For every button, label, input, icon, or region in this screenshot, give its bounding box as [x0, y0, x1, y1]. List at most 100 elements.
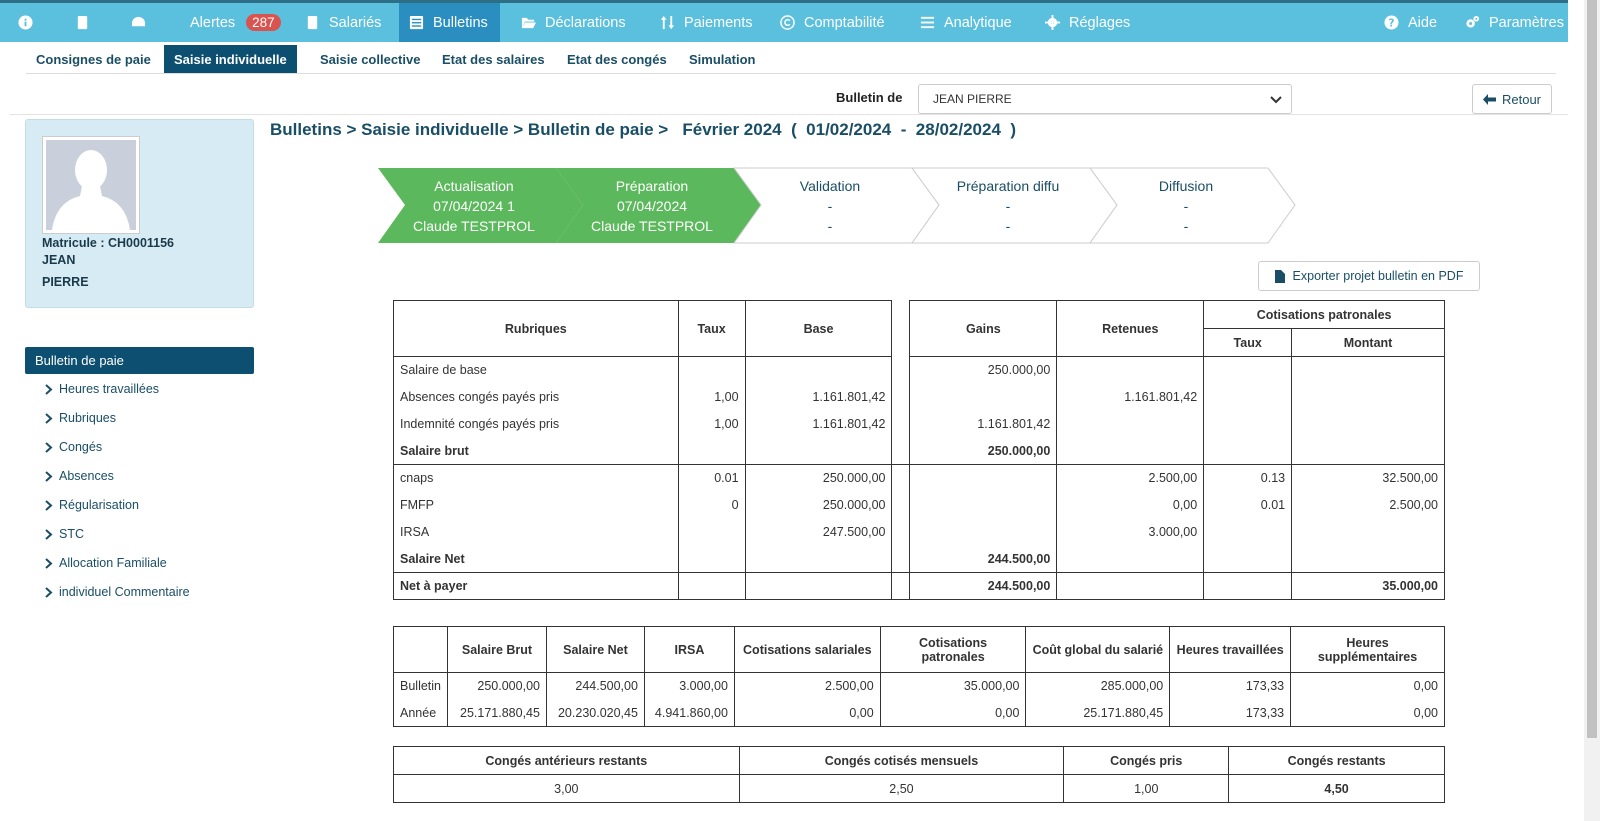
step-actualisation[interactable]: Actualisation 07/04/2024 1 Claude TESTPR… [399, 176, 549, 236]
retour-button[interactable]: Retour [1472, 84, 1552, 114]
col-base: Base [744, 300, 893, 357]
cell-cot-montant [1291, 518, 1445, 546]
col-cotisations-patronales: Cotisations patronales [1203, 300, 1445, 329]
nav-alertes[interactable]: Alertes 287 [190, 3, 281, 42]
sidemenu-item[interactable]: Absences [45, 469, 114, 483]
cell-taux: 1,00 [677, 410, 746, 438]
table-row: Indemnité congés payés pris 1,00 1.161.801… [393, 410, 1445, 438]
cell-value: 4,50 [1228, 774, 1445, 803]
tab-consignes[interactable]: Consignes de paie [26, 45, 161, 73]
cell-cot-taux [1203, 545, 1293, 573]
cell-base: 250.000,00 [744, 491, 893, 519]
cell-taux [677, 356, 746, 384]
file-icon [1274, 269, 1285, 283]
cell-gains [909, 464, 1058, 492]
cell-cot-taux [1203, 437, 1293, 465]
nav-paiements[interactable]: Paiements [660, 3, 753, 42]
export-pdf-button[interactable]: Exporter projet bulletin en PDF [1258, 261, 1480, 291]
tab-simulation[interactable]: Simulation [679, 45, 765, 73]
col-cout-global: Coût global du salarié [1025, 626, 1171, 673]
nav-aide[interactable]: ? Aide [1384, 3, 1437, 42]
col-heures-supplementaires: Heures supplémentaires [1290, 626, 1445, 673]
cell-gains: 250.000,00 [909, 437, 1058, 465]
col-cot-montant: Montant [1291, 328, 1445, 357]
sidemenu-item[interactable]: Allocation Familiale [45, 556, 167, 570]
cell-cot-taux [1203, 356, 1293, 384]
cell-cot-taux [1203, 383, 1293, 411]
payslip-table: Rubriques Taux Base Gains Retenues Cotis… [393, 300, 1445, 600]
cell-value: 2.500,00 [733, 672, 881, 700]
alertes-count-badge: 287 [246, 14, 281, 31]
cell-retenues [1056, 545, 1205, 573]
col-conges-pris: Congés pris [1063, 746, 1230, 775]
column-gap [891, 545, 911, 573]
chevron-right-icon [45, 557, 53, 569]
nav-reglages[interactable]: Réglages [1045, 3, 1130, 42]
book-icon[interactable] [75, 3, 90, 42]
cell-rubrique: Salaire Net [393, 545, 679, 573]
cell-cot-montant [1291, 437, 1445, 465]
cell-base: 1.161.801,42 [744, 410, 893, 438]
step-preparation[interactable]: Préparation 07/04/2024 Claude TESTPROL [577, 176, 727, 236]
table-row-net-a-payer: Net à payer 244.500,00 35.000,00 [393, 572, 1445, 600]
cell-retenues [1056, 356, 1205, 384]
cell-cot-montant [1291, 356, 1445, 384]
cell-cot-montant [1291, 410, 1445, 438]
step-title: Actualisation [434, 178, 514, 194]
sidemenu-item[interactable]: Régularisation [45, 498, 139, 512]
tab-saisie-collective[interactable]: Saisie collective [310, 45, 430, 73]
folder-open-icon [521, 17, 536, 29]
cell-value: 3.000,00 [643, 672, 735, 700]
table-row: Année 25.171.880,45 20.230.020,45 4.941.… [393, 699, 1445, 727]
sidemenu-item[interactable]: STC [45, 527, 84, 541]
cell-value: 25.171.880,45 [447, 699, 547, 727]
cell-value: 0,00 [1290, 699, 1445, 727]
step-date: - [827, 198, 833, 214]
step-validation[interactable]: Validation - - [755, 176, 905, 236]
step-preparation-diffusion[interactable]: Préparation diffu - - [933, 176, 1083, 236]
step-user: - [827, 218, 833, 234]
cell-rubrique: Indemnité congés payés pris [393, 410, 679, 438]
chevron-right-icon [45, 383, 53, 395]
breadcrumb: Bulletins > Saisie individuelle > Bullet… [270, 120, 1016, 139]
column-gap [891, 518, 911, 546]
book-icon [307, 15, 318, 30]
scrollbar[interactable] [1584, 0, 1600, 821]
cell-cot-montant: 32.500,00 [1291, 464, 1445, 492]
nav-parametres-label: Paramètres [1489, 14, 1564, 31]
dashboard-icon[interactable] [131, 3, 146, 42]
sidemenu-item[interactable]: Heures travaillées [45, 382, 159, 396]
tab-etat-conges[interactable]: Etat des congés [557, 45, 677, 73]
scrollbar-thumb[interactable] [1587, 0, 1597, 738]
nav-comptabilite[interactable]: Comptabilité [780, 3, 885, 42]
nav-salaries[interactable]: Salariés [305, 3, 381, 42]
nav-bulletins[interactable]: Bulletins [399, 3, 500, 42]
nav-parametres[interactable]: Paramètres [1465, 3, 1564, 42]
cell-base [744, 356, 893, 384]
table-row: cnaps 0.01 250.000,00 2.500,00 0.13 32.500,00 [393, 464, 1445, 492]
step-diffusion[interactable]: Diffusion - - [1111, 176, 1261, 236]
nav-declarations[interactable]: Déclarations [521, 3, 626, 42]
bulletin-select[interactable]: JEAN PIERRE [918, 84, 1292, 114]
nav-alertes-label: Alertes [190, 14, 236, 31]
tab-saisie-individuelle[interactable]: Saisie individuelle [164, 45, 297, 73]
cell-label: Année [393, 699, 448, 727]
cell-gains [909, 518, 1058, 546]
cell-base: 1.161.801,42 [744, 383, 893, 411]
sidemenu-head[interactable]: Bulletin de paie [25, 347, 254, 374]
nav-analytique[interactable]: Analytique [920, 3, 1012, 42]
table-row-total: Salaire Net 244.500,00 [393, 545, 1445, 573]
sidemenu-item[interactable]: Congés [45, 440, 102, 454]
sidemenu-item[interactable]: Rubriques [45, 411, 116, 425]
cell-taux [677, 545, 746, 573]
cell-rubrique: IRSA [393, 518, 679, 546]
info-icon[interactable] [18, 3, 33, 42]
sidemenu-item[interactable]: individuel Commentaire [45, 585, 190, 599]
cell-value: 250.000,00 [447, 672, 547, 700]
col-irsa: IRSA [643, 626, 735, 673]
cell-rubrique: Salaire de base [393, 356, 679, 384]
cell-gains [909, 383, 1058, 411]
cell-base: 250.000,00 [744, 464, 893, 492]
summary-table: Salaire Brut Salaire Net IRSA Cotisation… [393, 626, 1445, 727]
tab-etat-salaires[interactable]: Etat des salaires [432, 45, 555, 73]
